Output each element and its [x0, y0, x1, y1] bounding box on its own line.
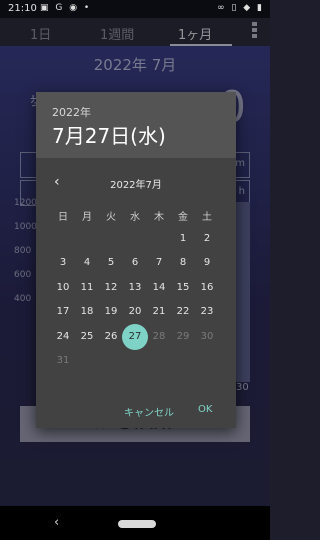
calendar-day: 28 [152, 330, 166, 342]
calendar-day[interactable]: 2 [194, 226, 220, 252]
calendar-day[interactable]: 19 [98, 299, 124, 325]
status-time: 21:10 [8, 3, 37, 14]
calendar-day: 31 [56, 355, 70, 366]
calendar-month-label: 2022年7月 [110, 180, 162, 191]
calendar-day: 30 [200, 330, 214, 342]
selected-day[interactable]: 27 [122, 323, 148, 350]
calendar-day[interactable]: 23 [194, 299, 220, 325]
header-year[interactable]: 2022年 [52, 104, 91, 120]
calendar-day[interactable]: 9 [194, 250, 220, 276]
calendar-day: 29 [176, 330, 190, 342]
system-icons: ∞ ▯ ◆ ▮ [217, 3, 264, 13]
weekday-label: 月 [82, 212, 92, 223]
cancel-button[interactable]: キャンセル [124, 404, 174, 419]
calendar-day[interactable]: 16 [194, 275, 220, 301]
calendar-day[interactable]: 22 [170, 299, 196, 325]
weekday-label: 土 [202, 212, 212, 223]
weekday-label: 日 [58, 212, 68, 223]
calendar-day[interactable]: 6 [122, 250, 148, 276]
calendar-day[interactable]: 1 [170, 226, 196, 252]
header-date[interactable]: 7月27日(水) [52, 120, 166, 149]
calendar-day[interactable]: 7 [146, 250, 172, 276]
calendar-day[interactable]: 4 [74, 250, 100, 276]
calendar-day[interactable]: 11 [74, 275, 100, 301]
back-icon[interactable]: ‹ [54, 515, 59, 530]
calendar-day[interactable]: 26 [98, 324, 124, 350]
calendar-day[interactable]: 24 [50, 324, 76, 350]
calendar-day[interactable]: 18 [74, 299, 100, 325]
calendar-day[interactable]: 20 [122, 299, 148, 325]
ok-button[interactable]: OK [198, 404, 212, 415]
weekday-label: 木 [154, 212, 164, 223]
calendar-day[interactable]: 17 [50, 299, 76, 325]
system-nav-bar: ‹ [0, 506, 270, 540]
calendar-day[interactable]: 12 [98, 275, 124, 301]
home-pill-icon[interactable] [118, 520, 156, 528]
weekday-label: 金 [178, 212, 188, 223]
calendar-day[interactable]: 14 [146, 275, 172, 301]
calendar-day[interactable]: 13 [122, 275, 148, 301]
status-bar: 21:10 ▣ G ◉ • ∞ ▯ ◆ ▮ [0, 0, 270, 18]
calendar-day[interactable]: 25 [74, 324, 100, 350]
notification-icons: ▣ G ◉ • [40, 3, 92, 13]
calendar-day[interactable]: 15 [170, 275, 196, 301]
calendar-day[interactable]: 5 [98, 250, 124, 276]
weekday-label: 火 [106, 212, 116, 223]
calendar-day[interactable]: 21 [146, 299, 172, 325]
calendar-day[interactable]: 8 [170, 250, 196, 276]
calendar-day[interactable]: 10 [50, 275, 76, 301]
calendar-day[interactable]: 3 [50, 250, 76, 276]
dialog-header: 2022年 7月27日(水) [36, 92, 236, 158]
date-picker-dialog: 2022年 7月27日(水) ‹ 2022年7月 日月火水木金土12345678… [36, 92, 236, 428]
weekday-label: 水 [130, 212, 140, 223]
